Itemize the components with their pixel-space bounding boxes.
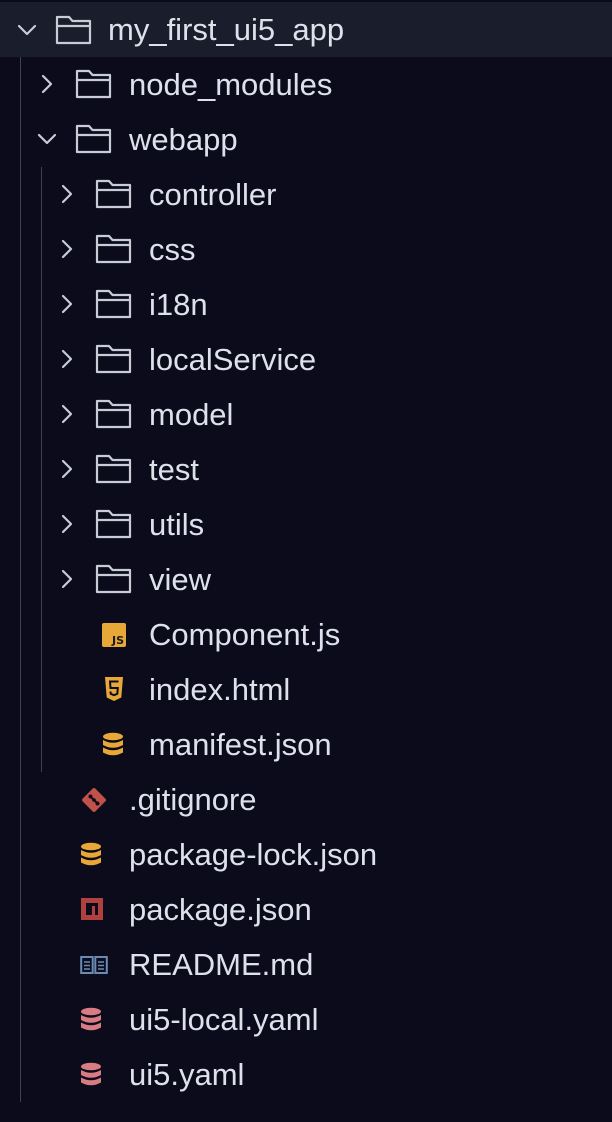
npm-icon xyxy=(81,898,103,920)
tree-folder-model[interactable]: model xyxy=(0,387,612,442)
database-icon xyxy=(81,1007,101,1031)
chevron-right-icon[interactable] xyxy=(57,404,77,424)
chevron-right-icon[interactable] xyxy=(57,294,77,314)
tree-folder-css[interactable]: css xyxy=(0,222,612,277)
chevron-right-icon[interactable] xyxy=(37,74,57,94)
chevron-down-icon[interactable] xyxy=(17,20,37,40)
folder-icon xyxy=(75,124,112,154)
database-icon xyxy=(103,732,123,756)
folder-icon xyxy=(55,15,92,45)
html5-icon xyxy=(105,677,123,701)
database-icon xyxy=(81,1062,101,1086)
chevron-right-icon[interactable] xyxy=(57,514,77,534)
javascript-icon: JS xyxy=(102,623,126,647)
tree-item-label: package.json xyxy=(129,892,312,927)
tree-file-component-js[interactable]: JS Component.js xyxy=(0,607,612,662)
tree-folder-utils[interactable]: utils xyxy=(0,497,612,552)
tree-file-readme-md[interactable]: README.md xyxy=(0,937,612,992)
folder-icon xyxy=(95,344,132,374)
tree-item-label: Component.js xyxy=(149,617,341,652)
tree-item-label: view xyxy=(149,562,212,597)
tree-file-gitignore[interactable]: .gitignore xyxy=(0,772,612,827)
tree-item-label: i18n xyxy=(149,287,208,322)
tree-item-label: controller xyxy=(149,177,277,212)
tree-file-package-lock-json[interactable]: package-lock.json xyxy=(0,827,612,882)
tree-item-label: webapp xyxy=(129,122,238,157)
folder-icon xyxy=(95,399,132,429)
tree-item-label: manifest.json xyxy=(149,727,332,762)
tree-item-label: utils xyxy=(149,507,205,542)
tree-file-index-html[interactable]: index.html xyxy=(0,662,612,717)
tree-folder-controller[interactable]: controller xyxy=(0,167,612,222)
tree-item-label: .gitignore xyxy=(129,782,257,817)
folder-icon xyxy=(95,234,132,264)
tree-item-label: ui5.yaml xyxy=(129,1057,245,1092)
tree-file-ui5-local-yaml[interactable]: ui5-local.yaml xyxy=(0,992,612,1047)
tree-folder-webapp[interactable]: webapp xyxy=(0,112,612,167)
tree-item-label: css xyxy=(149,232,196,267)
tree-root-my-first-ui5-app[interactable]: my_first_ui5_app xyxy=(0,2,612,57)
tree-item-label: index.html xyxy=(149,672,291,707)
chevron-right-icon[interactable] xyxy=(57,459,77,479)
chevron-right-icon[interactable] xyxy=(57,239,77,259)
database-icon xyxy=(81,842,101,866)
tree-item-label: ui5-local.yaml xyxy=(129,1002,319,1037)
folder-icon xyxy=(95,454,132,484)
tree-item-label: package-lock.json xyxy=(129,837,378,872)
tree-file-ui5-yaml[interactable]: ui5.yaml xyxy=(0,1047,612,1102)
tree-item-label: test xyxy=(149,452,199,487)
tree-item-label: my_first_ui5_app xyxy=(108,12,345,47)
folder-icon xyxy=(95,564,132,594)
tree-item-label: model xyxy=(149,397,234,432)
tree-folder-test[interactable]: test xyxy=(0,442,612,497)
tree-item-label: README.md xyxy=(129,947,314,982)
tree-item-label: node_modules xyxy=(129,67,333,102)
folder-icon xyxy=(95,289,132,319)
tree-folder-localservice[interactable]: localService xyxy=(0,332,612,387)
tree-file-package-json[interactable]: package.json xyxy=(0,882,612,937)
tree-folder-view[interactable]: view xyxy=(0,552,612,607)
git-icon xyxy=(82,788,106,812)
chevron-down-icon[interactable] xyxy=(37,129,57,149)
folder-icon xyxy=(95,509,132,539)
folder-icon xyxy=(75,69,112,99)
tree-file-manifest-json[interactable]: manifest.json xyxy=(0,717,612,772)
folder-icon xyxy=(95,179,132,209)
tree-item-label: localService xyxy=(149,342,317,377)
book-icon xyxy=(80,956,108,974)
tree-folder-node-modules[interactable]: node_modules xyxy=(0,57,612,112)
chevron-right-icon[interactable] xyxy=(57,349,77,369)
tree-folder-i18n[interactable]: i18n xyxy=(0,277,612,332)
chevron-right-icon[interactable] xyxy=(57,569,77,589)
chevron-right-icon[interactable] xyxy=(57,184,77,204)
file-explorer-tree: my_first_ui5_app node_modules webapp con… xyxy=(0,0,612,1122)
